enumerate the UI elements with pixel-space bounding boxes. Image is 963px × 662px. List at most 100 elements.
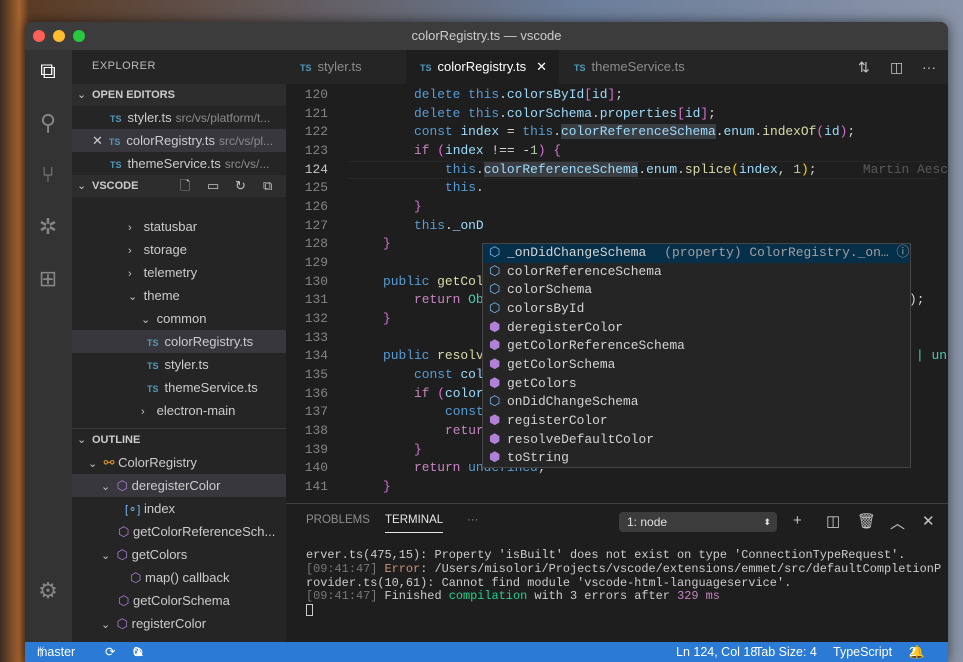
close-icon[interactable]: ✕ bbox=[92, 133, 103, 148]
code-token: ; bbox=[615, 87, 623, 102]
split-terminal-icon[interactable]: ◫ bbox=[826, 512, 840, 530]
code-token: = bbox=[499, 124, 523, 140]
outline-item[interactable]: ⌄ ⚯ ColorRegistry bbox=[72, 451, 286, 474]
outline-item[interactable]: ⌄ ⬡ registerColor bbox=[72, 612, 286, 635]
symbol-name: map() callback bbox=[144, 570, 230, 585]
new-folder-icon[interactable]: ▭ bbox=[207, 175, 219, 197]
tree-item-statusbar[interactable]: › statusbar bbox=[72, 215, 286, 238]
terminal-line: rovider.ts(10,61): Cannot find module 'v… bbox=[306, 575, 792, 590]
field-icon: ⬡ bbox=[489, 263, 501, 279]
tree-item-styler[interactable]: TS styler.ts bbox=[72, 353, 286, 376]
language-mode[interactable]: TypeScript bbox=[833, 642, 892, 662]
outline-item[interactable]: [⚬] index bbox=[72, 497, 286, 520]
outline-item[interactable]: ⬡ getColorReferenceSch... bbox=[72, 520, 286, 543]
code-line: if (color bbox=[414, 385, 484, 404]
line-number: 129 bbox=[304, 255, 328, 271]
collapse-all-icon[interactable]: ⧉ bbox=[263, 175, 272, 197]
panel-more-icon[interactable]: ··· bbox=[467, 514, 479, 526]
suggestion-item[interactable]: ⬢ deregisterColor bbox=[483, 319, 910, 338]
code-token: this bbox=[445, 161, 476, 177]
gear-icon[interactable]: ⚙ bbox=[35, 578, 61, 604]
suggestion-item[interactable]: ⬡ colorSchema bbox=[483, 281, 910, 300]
line-number: 135 bbox=[304, 367, 328, 383]
method-icon: ⬢ bbox=[489, 431, 501, 447]
suggestion-item[interactable]: ⬢ getColorReferenceSchema bbox=[483, 337, 910, 356]
terminal-text: Finished bbox=[377, 589, 449, 604]
field-icon: ⬡ bbox=[489, 245, 501, 260]
suggestion-item[interactable]: ⬢ toString bbox=[483, 449, 910, 468]
suggestion-item[interactable]: ⬢ registerColor bbox=[483, 412, 910, 431]
open-editor-item[interactable]: TS themeService.ts src/vs/... bbox=[72, 152, 286, 175]
open-editor-item[interactable]: ✕ TS colorRegistry.ts src/vs/pl... bbox=[72, 129, 286, 152]
terminal-select[interactable]: 1: node ⬍ bbox=[619, 512, 777, 532]
code-token: ( bbox=[731, 161, 740, 177]
zoom-window-button[interactable] bbox=[73, 30, 85, 42]
sync-icon[interactable]: ⟳ bbox=[105, 642, 115, 662]
code-token: Martin Aesc bbox=[816, 161, 948, 177]
suggestion-item[interactable]: ⬡ colorReferenceSchema bbox=[483, 263, 910, 282]
tab-problems[interactable]: PROBLEMS bbox=[306, 514, 370, 526]
code-token: return bbox=[414, 460, 461, 476]
suggestion-item[interactable]: ⬢ getColorSchema bbox=[483, 356, 910, 375]
tab-themeservice[interactable]: TS themeService.ts bbox=[560, 50, 710, 84]
outline-header[interactable]: ⌄ OUTLINE bbox=[72, 428, 286, 450]
tree-item-telemetry[interactable]: › telemetry bbox=[72, 261, 286, 284]
code-editor[interactable]: ); | un 120 delete this.colorsById[id]; 12… bbox=[286, 86, 948, 503]
code-token: , bbox=[777, 161, 794, 177]
suggestion-item[interactable]: ⬡ colorsById bbox=[483, 300, 910, 319]
close-window-button[interactable] bbox=[33, 30, 45, 42]
source-control-icon[interactable]: ⑂ bbox=[35, 162, 61, 188]
split-editor-icon[interactable]: ◫ bbox=[890, 50, 903, 84]
folder-name: common bbox=[156, 311, 207, 326]
cursor-position[interactable]: Ln 124, Col 18 bbox=[676, 642, 757, 662]
outline-item[interactable]: ⌄ ⬡ getColors bbox=[72, 543, 286, 566]
tree-item-colorregistry[interactable]: TS colorRegistry.ts bbox=[72, 330, 286, 353]
suggestion-item[interactable]: ⬢ getColors bbox=[483, 375, 910, 394]
code-token: if bbox=[414, 143, 430, 158]
code-line: const col bbox=[414, 366, 484, 385]
search-icon[interactable]: ⚲ bbox=[35, 110, 61, 136]
suggestion-item[interactable]: ⬢ resolveDefaultColor bbox=[483, 431, 910, 450]
vscode-folder-header[interactable]: ⌄ VSCODE 🗋 ▭ ↻ ⧉ bbox=[72, 175, 286, 197]
code-token: ; bbox=[847, 124, 856, 140]
maximize-panel-icon[interactable]: ︿ bbox=[890, 512, 905, 533]
select-arrows-icon: ⬍ bbox=[763, 517, 771, 527]
new-file-icon[interactable]: 🗋 bbox=[180, 175, 190, 197]
terminal-output[interactable]: erver.ts(475,15): Property 'isBuilt' doe… bbox=[306, 548, 941, 621]
extensions-icon[interactable]: ⊞ bbox=[35, 266, 61, 292]
method-icon: ⬢ bbox=[489, 450, 501, 466]
minimize-window-button[interactable] bbox=[53, 30, 65, 42]
terminal-text: compilation bbox=[448, 589, 528, 604]
close-icon[interactable]: ✕ bbox=[536, 59, 547, 74]
tab-terminal[interactable]: TERMINAL bbox=[385, 514, 444, 533]
close-panel-icon[interactable]: ✕ bbox=[922, 512, 935, 530]
tree-item-themeservice[interactable]: TS themeService.ts bbox=[72, 376, 286, 399]
open-editor-item[interactable]: TS styler.ts src/vs/platform/t... bbox=[72, 106, 286, 129]
tree-item-common[interactable]: ⌄ common bbox=[72, 307, 286, 330]
tab-styler[interactable]: TS styler.ts bbox=[286, 50, 404, 84]
suggestion-item[interactable]: ⬡ onDidChangeSchema bbox=[483, 393, 910, 412]
outline-item[interactable]: ⬡ getColorSchema bbox=[72, 589, 286, 612]
open-editors-header[interactable]: ⌄ OPEN EDITORS bbox=[72, 84, 286, 106]
trash-icon[interactable]: 🗑 bbox=[857, 512, 876, 530]
new-terminal-icon[interactable]: + bbox=[793, 512, 802, 529]
outline-item[interactable]: ⌄ ⬡ deregisterColor bbox=[72, 474, 286, 497]
tab-size[interactable]: Tab Size: 4 bbox=[755, 642, 817, 662]
tab-colorregistry[interactable]: TS colorRegistry.ts ✕ bbox=[406, 50, 559, 84]
chevron-down-icon: ⌄ bbox=[77, 180, 87, 192]
open-changes-icon[interactable]: ⇅ bbox=[858, 50, 870, 84]
code-token: !== - bbox=[483, 143, 531, 158]
debug-icon[interactable]: ✲ bbox=[35, 214, 61, 240]
outline-item[interactable]: ⬡ map() callback bbox=[72, 566, 286, 589]
refresh-icon[interactable]: ↻ bbox=[235, 175, 246, 197]
code-token: color bbox=[444, 385, 484, 401]
explorer-icon[interactable]: ⧉ bbox=[35, 58, 61, 84]
code-token: enum bbox=[723, 124, 755, 140]
suggestion-item[interactable]: ⬡ _onDidChangeSchema (property) ColorRegis… bbox=[483, 244, 910, 263]
more-actions-icon[interactable]: ··· bbox=[922, 50, 936, 84]
tree-item-storage[interactable]: › storage bbox=[72, 238, 286, 261]
tree-item-electron-main[interactable]: › electron-main bbox=[72, 399, 286, 422]
tree-item-theme[interactable]: ⌄ theme bbox=[72, 284, 286, 307]
chevron-down-icon: ⌄ bbox=[88, 458, 98, 470]
file-path: src/vs/pl... bbox=[219, 134, 274, 148]
